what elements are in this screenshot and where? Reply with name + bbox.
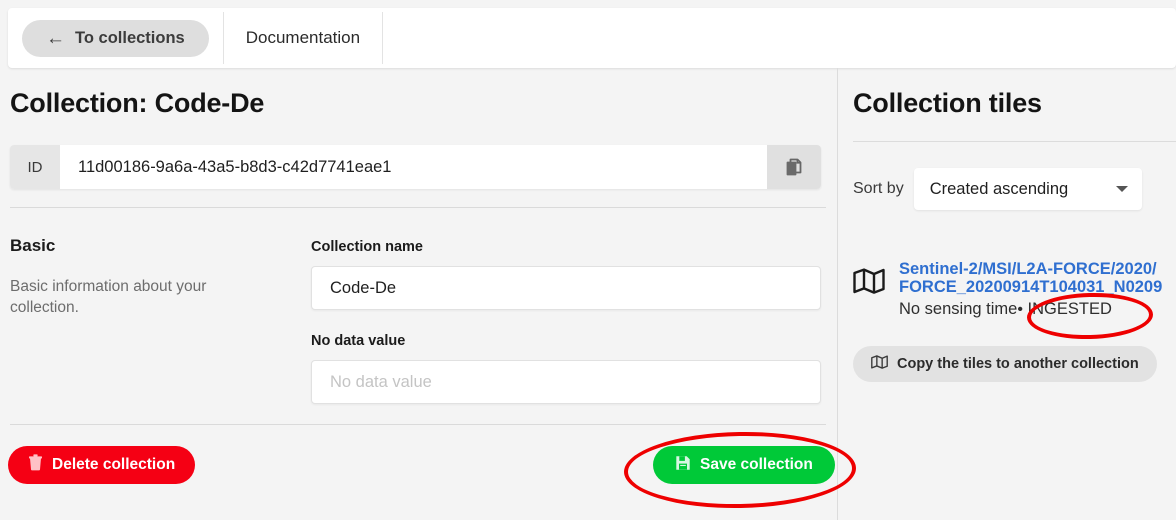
save-collection-button[interactable]: Save collection xyxy=(653,446,835,484)
map-icon xyxy=(853,268,885,299)
status-badge: INGESTED xyxy=(1027,299,1112,318)
tab-bar: ← To collections Documentation xyxy=(8,8,1176,68)
copy-tiles-label: Copy the tiles to another collection xyxy=(897,356,1139,372)
sort-by-row: Sort by Created ascending xyxy=(853,168,1142,210)
tab-documentation[interactable]: Documentation xyxy=(224,8,382,68)
collection-tiles-title: Collection tiles xyxy=(853,88,1042,118)
tab-to-collections[interactable]: ← To collections xyxy=(8,8,223,68)
delete-collection-button[interactable]: Delete collection xyxy=(8,446,196,484)
sort-by-label: Sort by xyxy=(853,180,904,197)
copy-icon[interactable] xyxy=(767,145,821,189)
tile-content: Sentinel-2/MSI/L2A-FORCE/2020/ FORCE_202… xyxy=(899,260,1176,319)
status-dot-icon: • xyxy=(1017,300,1023,318)
map-icon xyxy=(871,355,888,373)
divider-top xyxy=(10,207,826,208)
page-title: Collection: Code-De xyxy=(10,88,265,118)
divider-bottom xyxy=(10,424,826,425)
to-collections-label: To collections xyxy=(75,28,185,47)
collection-id-input[interactable] xyxy=(60,145,767,189)
tile-sensing-time: No sensing time xyxy=(899,299,1018,318)
basic-section-description: Basic information about your collection. xyxy=(10,278,207,317)
basic-section-heading: Basic xyxy=(10,236,56,255)
save-disk-icon xyxy=(675,455,691,476)
collection-detail-panel: Collection: Code-De ID Basic Basic infor… xyxy=(0,68,837,520)
delete-collection-label: Delete collection xyxy=(52,456,176,473)
collection-tiles-panel: Collection tiles Sort by Created ascendi… xyxy=(838,68,1176,520)
collection-name-label: Collection name xyxy=(311,239,423,255)
no-data-value-input[interactable] xyxy=(311,360,821,404)
collection-id-row: ID xyxy=(10,145,821,189)
copy-tiles-button[interactable]: Copy the tiles to another collection xyxy=(853,346,1157,382)
tile-status-row: No sensing time• INGESTED xyxy=(899,300,1176,319)
no-data-value-label: No data value xyxy=(311,333,406,349)
tile-link-line-1[interactable]: Sentinel-2/MSI/L2A-FORCE/2020/ xyxy=(899,260,1176,278)
to-collections-pill[interactable]: ← To collections xyxy=(22,19,209,57)
trash-icon xyxy=(28,454,43,476)
documentation-label: Documentation xyxy=(245,28,361,47)
save-collection-label: Save collection xyxy=(700,456,813,473)
arrow-left-icon: ← xyxy=(46,27,65,49)
tiles-divider xyxy=(853,141,1176,142)
sort-by-value: Created ascending xyxy=(929,179,1069,198)
collection-name-input[interactable] xyxy=(311,266,821,310)
sort-by-select[interactable]: Created ascending xyxy=(913,168,1142,210)
collection-id-label: ID xyxy=(10,145,60,189)
tile-link-line-2[interactable]: FORCE_20200914T104031_N0209 xyxy=(899,278,1176,296)
chevron-down-icon xyxy=(1115,186,1128,192)
tile-list-item: Sentinel-2/MSI/L2A-FORCE/2020/ FORCE_202… xyxy=(853,260,1176,319)
tab-bar-empty-area xyxy=(383,8,1176,68)
